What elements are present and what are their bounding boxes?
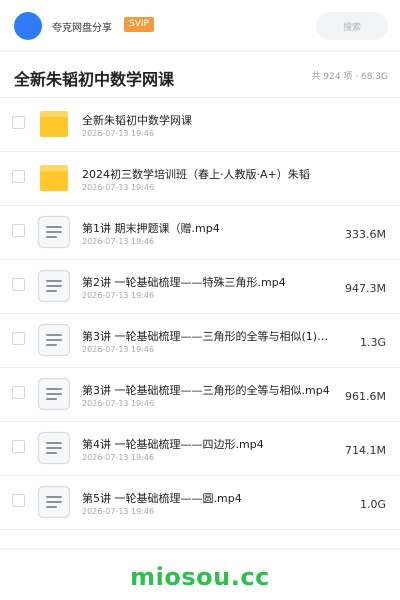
- avatar[interactable]: [14, 12, 42, 40]
- folder-icon: [37, 161, 71, 195]
- top-bar: 夸克网盘分享 SVIP 搜索: [0, 0, 400, 52]
- item-name[interactable]: 第4讲 一轮基础梳理——四边形.mp4: [82, 436, 330, 452]
- item-size: 947.3M: [345, 282, 386, 295]
- svip-badge: SVIP: [124, 17, 154, 32]
- list-item[interactable]: 第1讲 期末押题课（赠.mp4 2026-07-13 19:46 333.6M: [0, 206, 400, 260]
- item-count-summary: 共 924 项 · 68.3G: [311, 72, 389, 82]
- item-checkbox[interactable]: [12, 170, 25, 183]
- item-name[interactable]: 第3讲 一轮基础梳理——三角形的全等与相似.mp4: [82, 382, 330, 398]
- search-input[interactable]: 搜索: [316, 12, 388, 40]
- item-date: 2026-07-13 19:46: [82, 183, 155, 192]
- footer: miosou.cc: [0, 548, 400, 600]
- list-item[interactable]: 全新朱韬初中数学网课 2026-07-13 19:46: [0, 98, 400, 152]
- folder-header: 全新朱韬初中数学网课 共 924 项 · 68.3G: [0, 52, 400, 98]
- item-name[interactable]: 第5讲 一轮基础梳理——圆.mp4: [82, 490, 330, 506]
- item-checkbox[interactable]: [12, 278, 25, 291]
- item-checkbox[interactable]: [12, 494, 25, 507]
- search-placeholder: 搜索: [342, 23, 361, 33]
- document-icon: [37, 269, 71, 303]
- item-size: 1.0G: [359, 498, 386, 511]
- item-name[interactable]: 第3讲 一轮基础梳理——三角形的全等与相似(1).mp4: [82, 328, 330, 344]
- document-icon: [37, 377, 71, 411]
- item-name[interactable]: 2024初三数学培训班（春上·人教版·A+）朱韬: [82, 166, 330, 182]
- list-item[interactable]: 第3讲 一轮基础梳理——三角形的全等与相似.mp4 2026-07-13 19:…: [0, 368, 400, 422]
- list-item[interactable]: 第2讲 一轮基础梳理——特殊三角形.mp4 2026-07-13 19:46 9…: [0, 260, 400, 314]
- item-size: 1.3G: [359, 336, 386, 349]
- item-size: 961.6M: [345, 390, 386, 403]
- item-date: 2026-07-13 19:46: [82, 507, 155, 516]
- item-checkbox[interactable]: [12, 440, 25, 453]
- item-date: 2026-07-13 19:46: [82, 345, 155, 354]
- item-name[interactable]: 第2讲 一轮基础梳理——特殊三角形.mp4: [82, 274, 330, 290]
- item-size: 333.6M: [345, 228, 386, 241]
- document-icon: [37, 323, 71, 357]
- document-icon: [37, 431, 71, 465]
- list-item[interactable]: 第4讲 一轮基础梳理——四边形.mp4 2026-07-13 19:46 714…: [0, 422, 400, 476]
- item-size: 714.1M: [345, 444, 386, 457]
- item-date: 2026-07-13 19:46: [82, 291, 155, 300]
- file-list: 全新朱韬初中数学网课 2026-07-13 19:46 2024初三数学培训班（…: [0, 98, 400, 530]
- item-checkbox[interactable]: [12, 116, 25, 129]
- item-date: 2026-07-13 19:46: [82, 237, 155, 246]
- item-name[interactable]: 全新朱韬初中数学网课: [82, 112, 330, 128]
- item-checkbox[interactable]: [12, 224, 25, 237]
- list-item[interactable]: 2024初三数学培训班（春上·人教版·A+）朱韬 2026-07-13 19:4…: [0, 152, 400, 206]
- share-owner-name: 夸克网盘分享: [52, 23, 112, 34]
- brand-watermark: miosou.cc: [130, 563, 270, 591]
- folder-icon: [37, 107, 71, 141]
- item-date: 2026-07-13 19:46: [82, 453, 155, 462]
- item-name[interactable]: 第1讲 期末押题课（赠.mp4: [82, 220, 330, 236]
- document-icon: [37, 485, 71, 519]
- item-checkbox[interactable]: [12, 332, 25, 345]
- document-icon: [37, 215, 71, 249]
- page-title: 全新朱韬初中数学网课: [14, 70, 175, 89]
- list-item[interactable]: 第3讲 一轮基础梳理——三角形的全等与相似(1).mp4 2026-07-13 …: [0, 314, 400, 368]
- list-item[interactable]: 第5讲 一轮基础梳理——圆.mp4 2026-07-13 19:46 1.0G: [0, 476, 400, 530]
- item-date: 2026-07-13 19:46: [82, 129, 155, 138]
- item-checkbox[interactable]: [12, 386, 25, 399]
- item-date: 2026-07-13 19:46: [82, 399, 155, 408]
